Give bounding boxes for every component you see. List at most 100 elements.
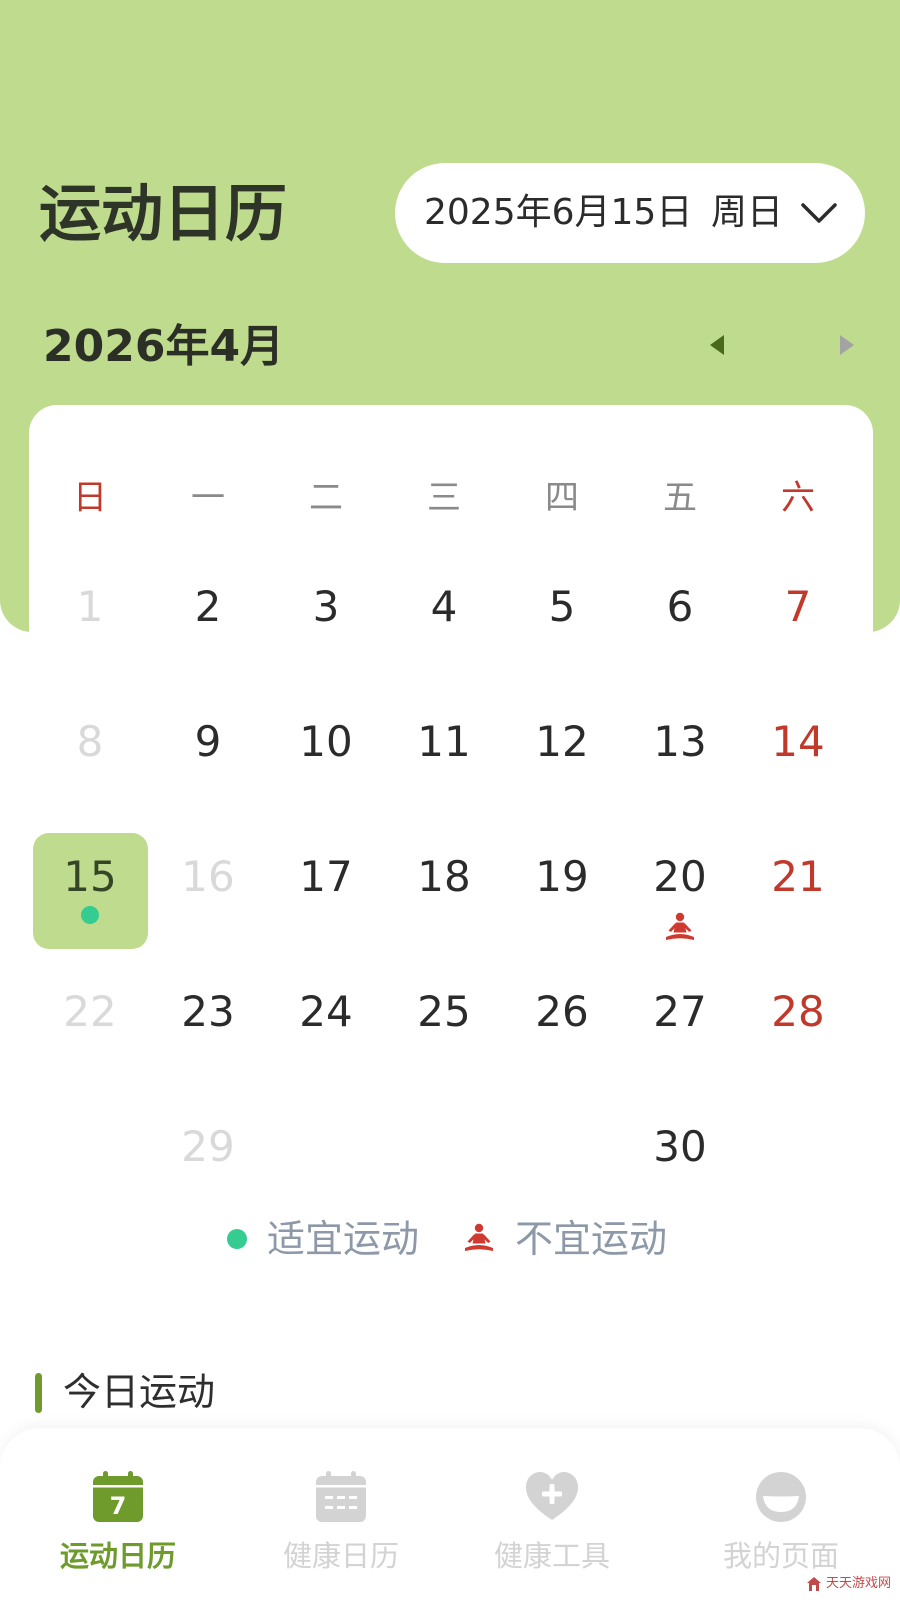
- nav-item-health-calendar[interactable]: 健康日历: [241, 1428, 441, 1600]
- calendar-week-row: 22 23 24 25 26 27 28: [31, 945, 857, 1080]
- calendar-day-cell[interactable]: 19: [503, 810, 621, 945]
- chevron-down-icon: [799, 199, 839, 227]
- calendar-week-row: 29 30: [31, 1080, 857, 1215]
- calendar-day-cell[interactable]: 14: [739, 675, 857, 810]
- day-number: 29: [181, 1122, 235, 1171]
- weekday-header: 日一二三四五六: [31, 475, 857, 521]
- calendar-day-cell[interactable]: 8: [31, 675, 149, 810]
- calendar-day-cell[interactable]: 18: [385, 810, 503, 945]
- meditation-icon: [664, 911, 696, 943]
- day-number: 2: [194, 582, 222, 631]
- calendar-day-cell[interactable]: 22: [31, 945, 149, 1080]
- day-number: 4: [430, 582, 458, 631]
- triangle-left-icon: [710, 335, 724, 355]
- date-picker-button[interactable]: 2025年6月15日 周日: [395, 163, 865, 263]
- calendar-day-cell[interactable]: 17: [267, 810, 385, 945]
- calendar-day-cell[interactable]: 9: [149, 675, 267, 810]
- calendar-day-cell[interactable]: 1: [31, 540, 149, 675]
- day-number: 7: [784, 582, 812, 631]
- day-number: 27: [653, 987, 707, 1036]
- triangle-right-icon: [840, 335, 854, 355]
- day-number: 11: [417, 717, 471, 766]
- weekday-label: 六: [781, 478, 815, 518]
- day-number: 20: [653, 852, 707, 901]
- calendar-day-cell[interactable]: 29: [149, 1080, 267, 1215]
- weekday-label: 四: [545, 478, 579, 518]
- watermark-logo-icon: [807, 1577, 821, 1591]
- watermark: 天天游戏网: [806, 1574, 896, 1594]
- weekday-label: 五: [663, 478, 697, 518]
- watermark-text: 天天游戏网: [826, 1576, 892, 1591]
- calendar-day-cell[interactable]: 21: [739, 810, 857, 945]
- weekday-label: 三: [427, 478, 461, 518]
- calendar-day-cell[interactable]: 13: [621, 675, 739, 810]
- nav-item-exercise-calendar[interactable]: 7 运动日历: [18, 1428, 218, 1600]
- nav-label: 运动日历: [59, 1539, 176, 1573]
- calendar-day-cell[interactable]: 10: [267, 675, 385, 810]
- calendar-day-cell[interactable]: 6: [621, 540, 739, 675]
- day-number: 30: [653, 1122, 707, 1171]
- calendar-empty-cell: [267, 1080, 385, 1215]
- calendar-icon-day: 7: [110, 1492, 127, 1520]
- calendar-legend: 适宜运动 不宜运动: [0, 1214, 900, 1264]
- page-title: 运动日历: [39, 177, 288, 250]
- calendar-week-row: 8 9 10 11 12 13 14: [31, 675, 857, 810]
- green-dot-icon: [227, 1229, 247, 1249]
- green-dot-icon: [81, 906, 99, 924]
- calendar-day-cell[interactable]: 24: [267, 945, 385, 1080]
- day-number: 17: [299, 852, 353, 901]
- nav-item-health-tools[interactable]: 健康工具: [452, 1428, 652, 1600]
- next-month-button[interactable]: [835, 333, 859, 357]
- calendar-empty-cell: [31, 1080, 149, 1215]
- bottom-nav: 7 运动日历 健康日历 健康工具 我的页面: [0, 1428, 900, 1600]
- day-number: 5: [548, 582, 576, 631]
- day-number: 13: [653, 717, 707, 766]
- day-number: 16: [181, 852, 235, 901]
- calendar-empty-cell: [503, 1080, 621, 1215]
- calendar-day-cell[interactable]: 11: [385, 675, 503, 810]
- weekday-label: 二: [309, 478, 343, 518]
- calendar-day-cell[interactable]: 2: [149, 540, 267, 675]
- calendar-day-cell[interactable]: 28: [739, 945, 857, 1080]
- day-number: 28: [771, 987, 825, 1036]
- calendar-day-cell[interactable]: 4: [385, 540, 503, 675]
- nav-label: 健康日历: [282, 1539, 399, 1573]
- calendar-week-row: 15 16 17 18 19 20 21: [31, 810, 857, 949]
- day-number: 12: [535, 717, 589, 766]
- day-number: 25: [417, 987, 471, 1036]
- calendar-month-label: 2026年4月: [43, 321, 285, 372]
- day-number: 1: [76, 582, 104, 631]
- legend-suitable-label: 适宜运动: [267, 1217, 420, 1261]
- calendar-day-cell[interactable]: 12: [503, 675, 621, 810]
- calendar-day-cell[interactable]: 7: [739, 540, 857, 675]
- day-number: 6: [666, 582, 694, 631]
- prev-month-button[interactable]: [705, 333, 729, 357]
- calendar-day-cell[interactable]: 25: [385, 945, 503, 1080]
- heart-plus-icon: [524, 1470, 580, 1524]
- weekday-label: 一: [191, 478, 225, 518]
- day-number: 26: [535, 987, 589, 1036]
- calendar-day-cell[interactable]: 3: [267, 540, 385, 675]
- day-number: 8: [76, 717, 104, 766]
- day-number: 3: [312, 582, 340, 631]
- calendar-day-cell[interactable]: 16: [149, 810, 267, 945]
- calendar-day-cell[interactable]: 20: [621, 810, 739, 945]
- calendar-day-cell[interactable]: 26: [503, 945, 621, 1080]
- legend-unsuitable-label: 不宜运动: [515, 1217, 668, 1261]
- meditation-icon: [463, 1222, 495, 1254]
- calendar-icon: 7: [90, 1470, 146, 1524]
- calendar-day-cell-selected[interactable]: 15: [31, 810, 149, 949]
- calendar-day-cell[interactable]: 23: [149, 945, 267, 1080]
- calendar-day-cell[interactable]: 5: [503, 540, 621, 675]
- day-number: 18: [417, 852, 471, 901]
- selected-date-label: 2025年6月15日: [424, 192, 693, 233]
- calendar-day-grid: 1 2 3 4 5 6 7 8 9 10 11 12 13 14 15 16 17 18 19 20 21 22 23 24 2…: [31, 540, 857, 1215]
- day-number: 9: [194, 717, 222, 766]
- calendar-day-cell[interactable]: 27: [621, 945, 739, 1080]
- calendar-grid-icon: [313, 1470, 369, 1524]
- calendar-week-row: 1 2 3 4 5 6 7: [31, 540, 857, 675]
- section-title: 今日运动: [63, 1370, 216, 1414]
- day-number: 22: [63, 987, 117, 1036]
- day-number: 24: [299, 987, 353, 1036]
- calendar-day-cell[interactable]: 30: [621, 1080, 739, 1215]
